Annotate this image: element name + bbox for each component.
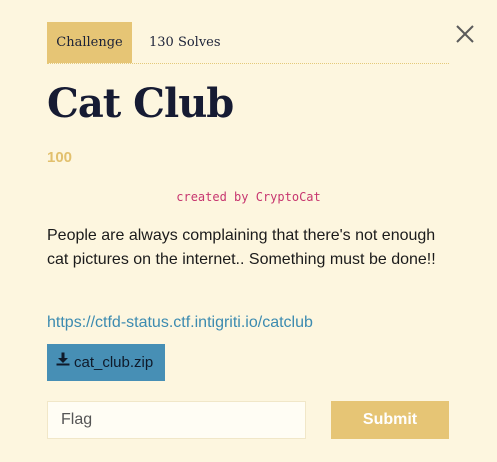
close-icon[interactable] xyxy=(455,24,475,44)
challenge-author: created by CryptoCat xyxy=(176,190,321,204)
challenge-tabs: Challenge 130 Solves xyxy=(47,22,449,64)
tab-challenge[interactable]: Challenge xyxy=(47,22,132,63)
challenge-points: 100 xyxy=(47,149,73,166)
tab-solves[interactable]: 130 Solves xyxy=(132,22,238,63)
file-name: cat_club.zip xyxy=(74,354,154,371)
challenge-title: Cat Club xyxy=(47,80,234,127)
flag-input[interactable] xyxy=(47,401,306,439)
submit-button[interactable]: Submit xyxy=(331,401,449,439)
challenge-link[interactable]: https://ctfd-status.ctf.intigriti.io/cat… xyxy=(47,314,313,332)
download-icon xyxy=(56,343,70,380)
file-download-button[interactable]: cat_club.zip xyxy=(47,344,165,381)
challenge-description: People are always complaining that there… xyxy=(47,227,436,268)
challenge-modal: Challenge 130 Solves Cat Club 100 create… xyxy=(0,0,497,462)
